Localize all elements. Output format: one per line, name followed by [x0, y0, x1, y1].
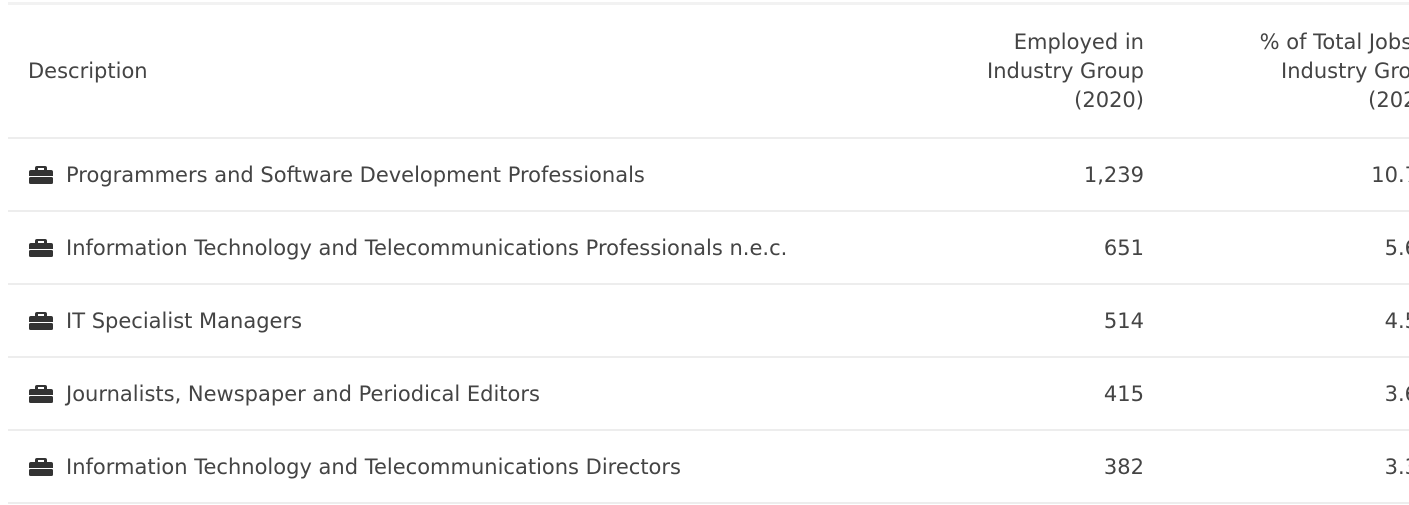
column-header-description[interactable]: Description	[28, 5, 148, 137]
briefcase-icon	[28, 311, 54, 331]
column-header-percent-line-2: Industry Group	[1281, 58, 1409, 83]
table-row: Journalists, Newspaper and Periodical Ed…	[8, 358, 1409, 431]
row-employed-value: 415	[1103, 381, 1144, 406]
row-description-text: Journalists, Newspaper and Periodical Ed…	[66, 381, 540, 406]
row-description-text: Information Technology and Telecommunica…	[66, 454, 681, 479]
briefcase-icon	[28, 238, 54, 258]
table-header-row: Description Employed in Industry Group (…	[8, 5, 1409, 139]
row-percent-value: 5.6%	[1384, 235, 1409, 260]
table-row: Information Technology and Telecommunica…	[8, 212, 1409, 285]
column-header-percent-line-1: % of Total Jobs in	[1259, 29, 1409, 54]
occupations-table: Description Employed in Industry Group (…	[8, 0, 1409, 505]
briefcase-icon	[28, 165, 54, 185]
row-description: Information Technology and Telecommunica…	[28, 431, 681, 502]
row-percent-value: 3.6%	[1384, 381, 1409, 406]
briefcase-icon	[28, 384, 54, 404]
row-description: IT Specialist Managers	[28, 285, 302, 356]
row-percent-value: 10.7%	[1371, 162, 1409, 187]
row-employed-value: 514	[1103, 308, 1144, 333]
row-description: Information Technology and Telecommunica…	[28, 212, 787, 283]
column-header-employed[interactable]: Employed in Industry Group (2020)	[987, 5, 1144, 137]
row-description: Programmers and Software Development Pro…	[28, 139, 645, 210]
row-employed-value: 1,239	[1083, 162, 1144, 187]
row-percent-value: 4.5%	[1384, 308, 1409, 333]
briefcase-icon	[28, 457, 54, 477]
table-row: IT Specialist Managers 514 4.5%	[8, 285, 1409, 358]
column-header-employed-line-2: Industry Group	[987, 58, 1144, 83]
column-header-employed-line-3: (2020)	[1074, 87, 1144, 112]
row-description-text: Information Technology and Telecommunica…	[66, 235, 788, 260]
row-percent-value: 3.3%	[1384, 454, 1409, 479]
row-employed-value: 382	[1103, 454, 1144, 479]
column-header-percent-line-3: (2020)	[1368, 87, 1409, 112]
column-header-employed-line-1: Employed in	[1013, 29, 1144, 54]
row-employed-value: 651	[1103, 235, 1144, 260]
table-row: Programmers and Software Development Pro…	[8, 139, 1409, 212]
row-description: Journalists, Newspaper and Periodical Ed…	[28, 358, 540, 429]
table-row: Information Technology and Telecommunica…	[8, 431, 1409, 504]
column-header-percent[interactable]: % of Total Jobs in Industry Group (2020)	[1208, 5, 1409, 137]
row-description-text: Programmers and Software Development Pro…	[66, 162, 645, 187]
row-description-text: IT Specialist Managers	[66, 308, 303, 333]
